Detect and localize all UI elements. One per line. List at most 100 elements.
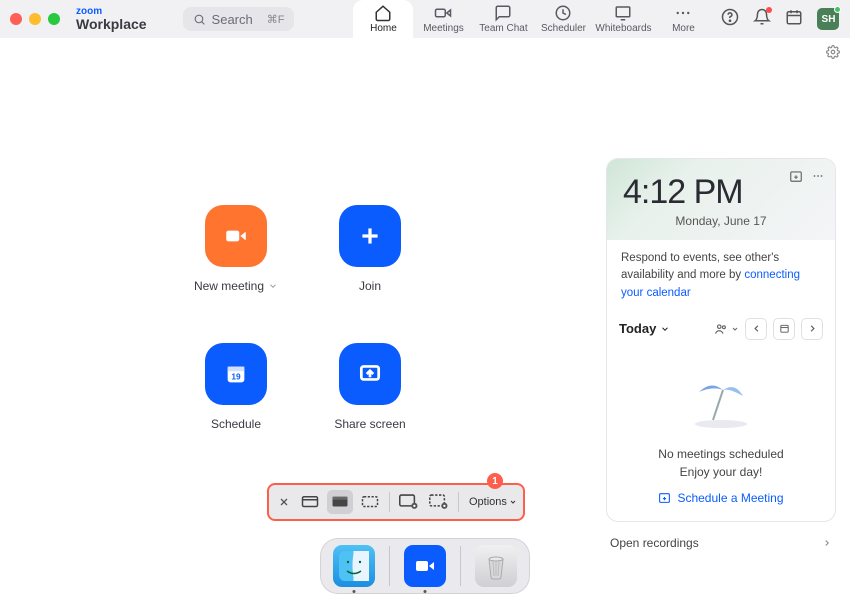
- tab-home[interactable]: Home: [353, 0, 413, 38]
- screenshot-close-button[interactable]: [275, 490, 293, 514]
- join-tile: Join: [328, 205, 412, 293]
- nav-tabs: Home Meetings Team Chat Scheduler Whiteb…: [353, 0, 713, 38]
- add-calendar-button[interactable]: [789, 169, 803, 188]
- finder-icon: [339, 551, 369, 581]
- minimize-window-button[interactable]: [29, 13, 41, 25]
- search-input[interactable]: Search ⌘F: [183, 7, 295, 31]
- help-button[interactable]: [721, 8, 739, 31]
- selection-icon: [361, 495, 379, 509]
- people-icon: [714, 322, 728, 336]
- share-screen-button[interactable]: [339, 343, 401, 405]
- gear-icon: [826, 45, 840, 59]
- screenshot-toolbar: 1 Options: [267, 483, 525, 521]
- dock-trash[interactable]: [475, 545, 517, 587]
- more-icon: [674, 4, 692, 22]
- empty-state: No meetings scheduled Enjoy your day! Sc…: [607, 350, 835, 522]
- running-indicator: [424, 590, 427, 593]
- home-icon: [374, 4, 392, 22]
- calendar-plus-icon: [789, 169, 803, 183]
- dock-divider: [460, 546, 461, 586]
- calendar-icon: [785, 8, 803, 26]
- macos-dock: [320, 538, 530, 594]
- record-screen-button[interactable]: [396, 490, 422, 514]
- close-icon: [278, 496, 290, 508]
- open-recordings-label: Open recordings: [610, 536, 699, 550]
- share-screen-label: Share screen: [334, 417, 405, 431]
- next-day-button[interactable]: [801, 318, 823, 340]
- clock-header: 4:12 PM Monday, June 17: [607, 159, 835, 240]
- open-recordings-row[interactable]: Open recordings: [606, 536, 836, 550]
- screenshot-count-badge: 1: [487, 473, 503, 489]
- empty-line2: Enjoy your day!: [621, 463, 821, 481]
- window-icon: [331, 495, 349, 509]
- chat-icon: [494, 4, 512, 22]
- right-panel: 4:12 PM Monday, June 17 Respond to event…: [606, 158, 836, 598]
- divider: [389, 492, 390, 512]
- people-filter-button[interactable]: [714, 322, 739, 336]
- screen-icon: [301, 495, 319, 509]
- capture-selection-button[interactable]: [357, 490, 383, 514]
- tab-team-chat-label: Team Chat: [479, 23, 527, 34]
- tab-meetings[interactable]: Meetings: [413, 0, 473, 38]
- share-screen-tile: Share screen: [328, 343, 412, 431]
- calendar-card: 4:12 PM Monday, June 17 Respond to event…: [606, 158, 836, 522]
- tab-meetings-label: Meetings: [423, 23, 464, 34]
- capture-window-button[interactable]: [327, 490, 353, 514]
- schedule-meeting-link[interactable]: Schedule a Meeting: [658, 491, 783, 505]
- record-selection-button[interactable]: [426, 490, 452, 514]
- window-controls: [10, 13, 60, 25]
- chevron-down-icon: [731, 325, 739, 333]
- prev-day-button[interactable]: [745, 318, 767, 340]
- screenshot-options-button[interactable]: Options: [469, 496, 517, 508]
- chevron-down-icon: [509, 498, 517, 506]
- today-dropdown[interactable]: Today: [619, 321, 670, 336]
- connect-calendar-prompt: Respond to events, see other's availabil…: [607, 240, 835, 312]
- tab-more[interactable]: More: [653, 0, 713, 38]
- title-bar: zoom Workplace Search ⌘F Home Meetings T…: [0, 0, 850, 38]
- avatar-initials: SH: [822, 14, 836, 25]
- dock-finder[interactable]: [333, 545, 375, 587]
- chevron-right-icon: [822, 538, 832, 548]
- schedule-button[interactable]: 19: [205, 343, 267, 405]
- schedule-meeting-label: Schedule a Meeting: [677, 491, 783, 505]
- svg-text:19: 19: [231, 372, 241, 382]
- screenshot-options-label: Options: [469, 496, 507, 508]
- tab-whiteboards[interactable]: Whiteboards: [593, 0, 653, 38]
- plus-icon: [357, 223, 383, 249]
- presence-indicator: [834, 6, 841, 13]
- settings-button[interactable]: [826, 45, 840, 64]
- video-icon: [223, 223, 249, 249]
- ellipsis-icon: [811, 169, 825, 183]
- beach-umbrella-icon: [691, 376, 751, 430]
- schedule-label: Schedule: [211, 417, 261, 431]
- capture-screen-button[interactable]: [297, 490, 323, 514]
- record-screen-icon: [399, 494, 419, 510]
- open-calendar-button[interactable]: [773, 318, 795, 340]
- chevron-left-icon: [751, 323, 762, 334]
- new-meeting-label-row[interactable]: New meeting: [194, 279, 278, 293]
- new-meeting-button[interactable]: [205, 205, 267, 267]
- notification-badge: [766, 7, 772, 13]
- close-window-button[interactable]: [10, 13, 22, 25]
- notifications-button[interactable]: [753, 8, 771, 31]
- chevron-down-icon: [660, 324, 670, 334]
- divider: [458, 492, 459, 512]
- video-icon: [434, 4, 452, 22]
- profile-avatar[interactable]: SH: [817, 8, 839, 30]
- record-selection-icon: [429, 494, 449, 510]
- tab-scheduler[interactable]: Scheduler: [533, 0, 593, 38]
- app-logo: zoom Workplace: [76, 7, 147, 31]
- calendar-button[interactable]: [785, 8, 803, 31]
- card-more-button[interactable]: [811, 169, 825, 188]
- empty-line1: No meetings scheduled: [621, 445, 821, 463]
- dock-zoom[interactable]: [404, 545, 446, 587]
- dock-divider: [389, 546, 390, 586]
- new-meeting-label: New meeting: [194, 279, 264, 293]
- tab-scheduler-label: Scheduler: [541, 23, 586, 34]
- calendar-plus-icon: [658, 491, 671, 504]
- tab-team-chat[interactable]: Team Chat: [473, 0, 533, 38]
- fullscreen-window-button[interactable]: [48, 13, 60, 25]
- calendar-toolbar: Today: [607, 312, 835, 350]
- join-button[interactable]: [339, 205, 401, 267]
- topbar-right: SH: [721, 8, 839, 31]
